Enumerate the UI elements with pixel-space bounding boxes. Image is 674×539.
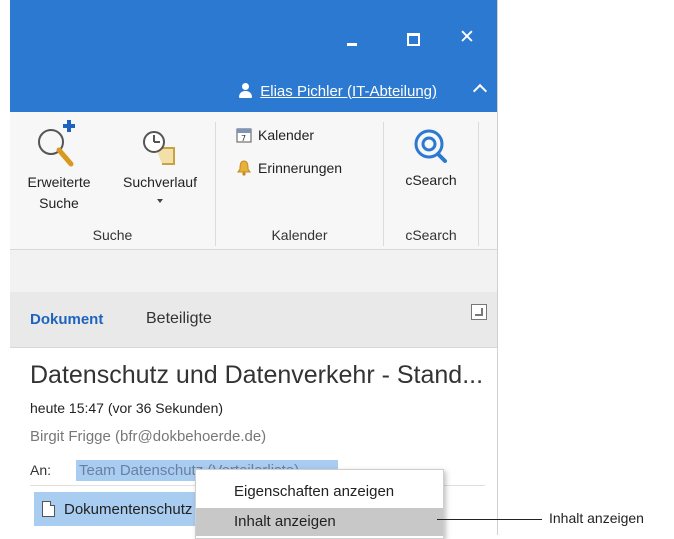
chevron-down-icon: [157, 199, 163, 203]
tab-beteiligte[interactable]: Beteiligte: [146, 310, 212, 328]
search-history-button[interactable]: Suchverlauf: [112, 120, 208, 203]
to-label: An:: [30, 462, 52, 478]
calendar-label: Kalender: [258, 127, 315, 143]
calendar-button[interactable]: 7 Kalender: [236, 124, 314, 146]
tab-bar: Dokument Beteiligte: [10, 292, 497, 348]
ribbon-group-label: Kalender: [271, 227, 328, 243]
calendar-icon: 7: [236, 128, 252, 143]
document-sender[interactable]: Birgit Frigge (bfr@dokbehoerde.de): [30, 428, 266, 445]
user-name-link[interactable]: Elias Pichler (IT-Abteilung): [260, 83, 437, 100]
maximize-button[interactable]: [391, 24, 435, 54]
csearch-icon: [414, 129, 447, 163]
document-date: heute 15:47 (vor 36 Sekunden): [30, 400, 224, 416]
context-menu: Eigenschaften anzeigen Inhalt anzeigen: [195, 469, 444, 539]
close-icon: ✕: [459, 27, 475, 48]
ribbon-group-label: cSearch: [405, 227, 457, 243]
attachment-label: Dokumentenschutz: [64, 500, 193, 518]
ribbon-group-calendar: 7 Kalender Erinnerungen Kalender: [216, 112, 383, 249]
ribbon-divider: [478, 122, 479, 246]
attachment-item[interactable]: Dokumentenschutz: [34, 492, 214, 526]
minimize-button[interactable]: [330, 24, 374, 54]
user-area: Elias Pichler (IT-Abteilung): [239, 80, 437, 102]
svg-text:7: 7: [241, 134, 246, 143]
search-history-label: Suchverlauf: [123, 174, 197, 190]
history-clock-icon: [143, 131, 175, 165]
document-subject: Datenschutz und Datenverkehr - Stand...: [30, 361, 484, 389]
ribbon-group-csearch: cSearch cSearch: [384, 112, 478, 249]
ribbon-group-label: Suche: [92, 227, 133, 243]
menu-item-show-content[interactable]: Inhalt anzeigen: [196, 508, 443, 536]
advanced-search-label-2: Suche: [39, 195, 79, 211]
csearch-label: cSearch: [405, 172, 457, 188]
menu-item-show-properties[interactable]: Eigenschaften anzeigen: [196, 478, 443, 506]
bell-icon: [237, 160, 251, 176]
spacer: [10, 250, 497, 292]
magnifier-plus-icon: [38, 120, 75, 167]
collapse-ribbon-icon[interactable]: [473, 82, 487, 96]
ribbon-group-search: Erweiterte Suche Suchverlauf Suche: [10, 112, 215, 249]
reminders-button[interactable]: Erinnerungen: [236, 157, 342, 179]
reminders-label: Erinnerungen: [258, 160, 343, 176]
close-button[interactable]: ✕: [445, 24, 489, 54]
expand-icon[interactable]: [471, 304, 487, 320]
document-icon: [42, 501, 55, 517]
user-icon: [239, 83, 253, 99]
callout-label: Inhalt anzeigen: [549, 510, 644, 526]
tab-dokument[interactable]: Dokument: [30, 311, 103, 328]
app-window: ✕ Elias Pichler (IT-Abteilung) Erweitert…: [10, 0, 498, 535]
ribbon: Erweiterte Suche Suchverlauf Suche 7 Kal…: [10, 112, 497, 250]
csearch-button[interactable]: cSearch: [389, 126, 473, 191]
title-bar: ✕ Elias Pichler (IT-Abteilung): [10, 0, 497, 112]
advanced-search-button[interactable]: Erweiterte Suche: [10, 120, 108, 214]
callout-line: [437, 519, 542, 520]
advanced-search-label-1: Erweiterte: [27, 174, 91, 190]
